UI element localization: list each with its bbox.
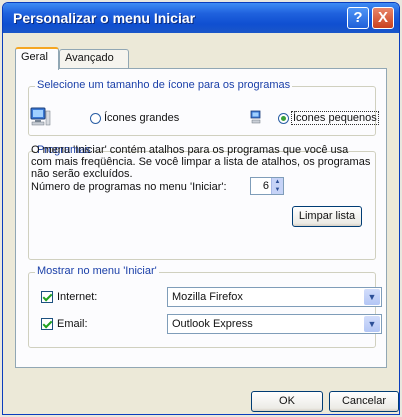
internet-label[interactable]: Internet: bbox=[57, 291, 97, 303]
ok-button[interactable]: OK bbox=[251, 391, 323, 412]
customize-start-menu-dialog: Personalizar o menu Iniciar ? X Geral Av… bbox=[2, 2, 400, 415]
tab-avancado[interactable]: Avançado bbox=[59, 49, 129, 69]
show-in-menu-group: Mostrar no menu 'Iniciar' bbox=[28, 265, 376, 348]
icon-size-group: Selecione um tamanho de ícone para os pr… bbox=[28, 79, 376, 136]
internet-checkbox[interactable] bbox=[41, 291, 53, 303]
email-label[interactable]: Email: bbox=[57, 318, 88, 330]
email-checkbox[interactable] bbox=[41, 318, 53, 330]
internet-browser-select[interactable]: Mozilla Firefox ▼ bbox=[167, 287, 382, 307]
small-icons-radio[interactable] bbox=[278, 113, 289, 124]
computer-icon bbox=[30, 107, 51, 126]
program-count-spinner[interactable]: 6 ▲ ▼ bbox=[250, 177, 284, 195]
computer-small-icon bbox=[250, 110, 261, 124]
spinner-down-icon[interactable]: ▼ bbox=[272, 186, 283, 194]
large-icons-radio[interactable] bbox=[90, 113, 101, 124]
clear-list-button[interactable]: Limpar lista bbox=[292, 206, 362, 227]
large-icons-label[interactable]: Ícones grandes bbox=[104, 112, 179, 124]
tab-geral[interactable]: Geral bbox=[15, 47, 59, 70]
close-button[interactable]: X bbox=[372, 7, 394, 29]
email-client-value: Outlook Express bbox=[172, 318, 253, 330]
small-icons-label[interactable]: Ícones pequenos bbox=[291, 111, 379, 125]
cancel-button[interactable]: Cancelar bbox=[329, 391, 399, 412]
email-client-select[interactable]: Outlook Express ▼ bbox=[167, 314, 382, 334]
show-in-menu-legend: Mostrar no menu 'Iniciar' bbox=[35, 265, 159, 277]
help-button[interactable]: ? bbox=[347, 7, 369, 29]
program-count-value[interactable]: 6 bbox=[255, 180, 269, 192]
internet-browser-value: Mozilla Firefox bbox=[172, 291, 243, 303]
title-bar[interactable]: Personalizar o menu Iniciar ? X bbox=[3, 3, 399, 33]
window-title: Personalizar o menu Iniciar bbox=[13, 10, 196, 26]
spinner-up-icon[interactable]: ▲ bbox=[272, 178, 283, 186]
chevron-down-icon[interactable]: ▼ bbox=[364, 289, 380, 305]
programs-description: O menu 'Iniciar' contém atalhos para os … bbox=[31, 144, 371, 180]
icon-size-legend: Selecione um tamanho de ícone para os pr… bbox=[35, 79, 293, 91]
chevron-down-icon[interactable]: ▼ bbox=[364, 316, 380, 332]
program-count-label: Número de programas no menu 'Iniciar': bbox=[31, 181, 227, 193]
spinner-buttons: ▲ ▼ bbox=[271, 178, 283, 194]
